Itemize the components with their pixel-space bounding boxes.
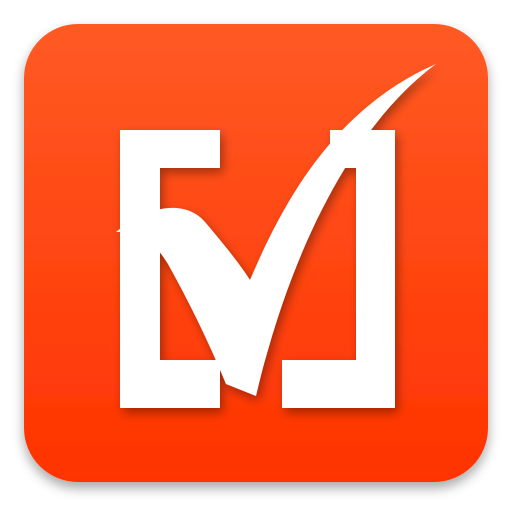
checkbox-check-icon bbox=[24, 24, 488, 482]
app-icon-canvas bbox=[0, 0, 512, 512]
app-icon[interactable] bbox=[0, 0, 512, 512]
icon-background bbox=[24, 24, 488, 482]
